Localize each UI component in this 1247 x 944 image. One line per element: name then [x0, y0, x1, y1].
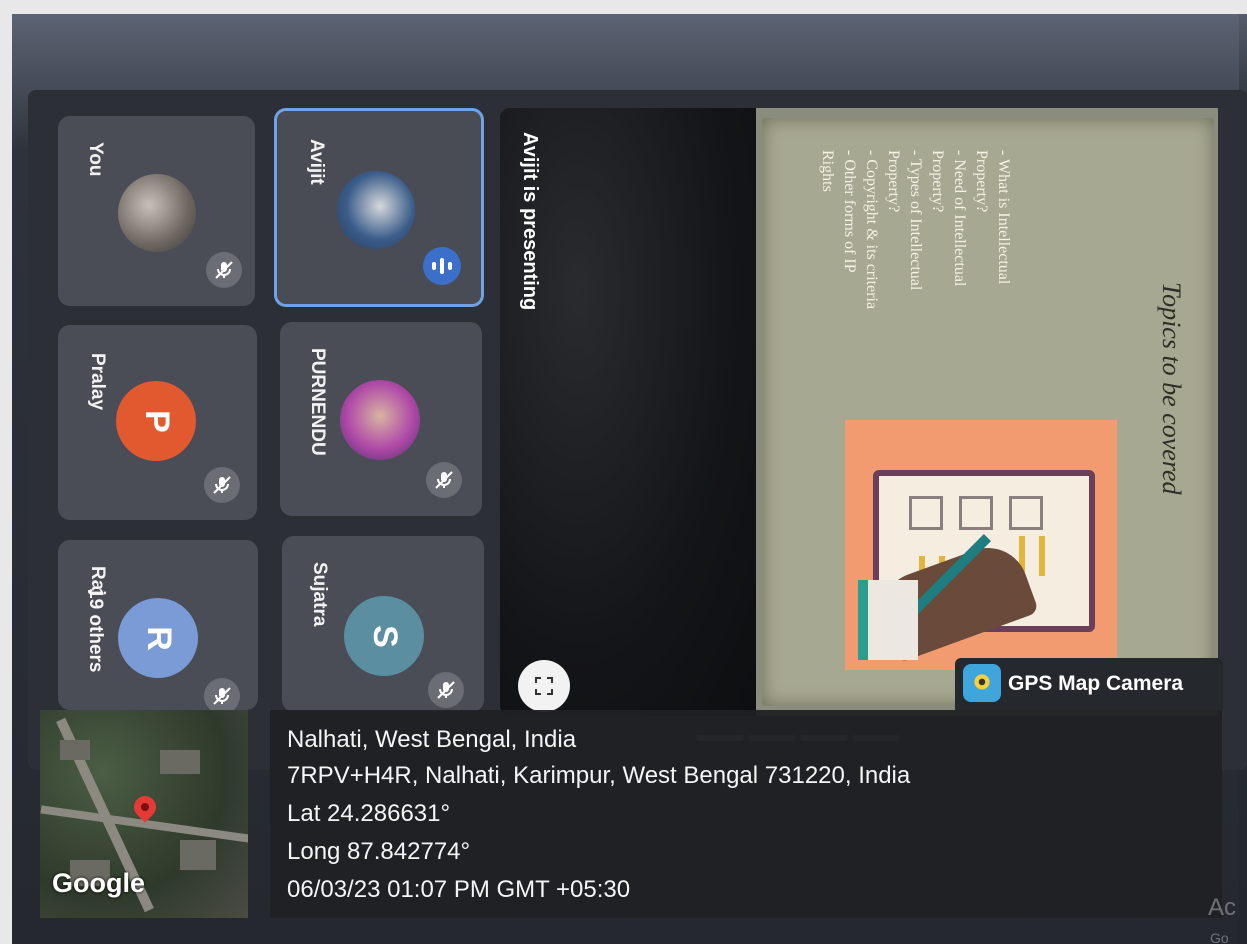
activate-watermark-line2: Go [1210, 930, 1229, 944]
participant-name: PURNENDU [307, 348, 328, 456]
participant-name: Avijit [306, 139, 327, 185]
bullet: - Types of Intellectual [907, 150, 924, 291]
bullet: Property? [929, 150, 946, 213]
monitor-bezel-top [0, 0, 1247, 14]
tile-avijit[interactable]: Avijit [274, 108, 484, 307]
avatar [337, 171, 415, 249]
participant-name: Sujatra [309, 562, 330, 627]
avatar [340, 380, 420, 460]
fullscreen-icon [535, 677, 553, 695]
bullet: Rights [819, 150, 836, 192]
slide-title: Topics to be covered [1157, 282, 1186, 495]
tile-sujatra[interactable]: Sujatra S [282, 536, 484, 712]
avatar [118, 174, 196, 252]
bullet: Property? [973, 150, 990, 213]
bullet: - What is Intellectual [995, 150, 1012, 285]
gps-camera-icon [963, 664, 1001, 702]
bullet: - Need of Intellectual [951, 150, 968, 287]
bullet: - Other forms of IP [841, 150, 858, 273]
activate-watermark: Ac [1208, 894, 1237, 921]
avatar: P [116, 381, 196, 461]
tile-purnendu[interactable]: PURNENDU [280, 322, 482, 516]
participant-name: You [85, 142, 106, 177]
speaking-indicator-icon [423, 247, 461, 285]
avatar: S [344, 596, 424, 676]
presenting-label: Avijit is presenting [519, 132, 541, 311]
gps-location: Nalhati, West Bengal, India [287, 726, 577, 753]
tile-pralay[interactable]: Pralay P [58, 325, 257, 520]
bullet: Property? [885, 150, 902, 213]
fullscreen-button[interactable] [518, 660, 570, 712]
cuff-illustration [858, 580, 918, 660]
mic-off-icon [426, 462, 462, 498]
gps-badge-label: GPS Map Camera [1008, 672, 1184, 695]
map-attribution: Google [52, 868, 145, 898]
others-count[interactable]: 19 others [84, 588, 106, 672]
tile-you[interactable]: You [58, 116, 255, 306]
avatar: R [118, 598, 198, 678]
slide-bullets: - What is Intellectual Property? - Need … [816, 150, 1014, 309]
gps-latitude: Lat 24.286631° [287, 800, 451, 827]
mic-off-icon [204, 467, 240, 503]
photo: You Avijit Pralay P PURNENDU Raj R 19 ot… [0, 0, 1247, 944]
monitor-bezel-left [0, 0, 12, 944]
gps-address: 7RPV+H4R, Nalhati, Karimpur, West Bengal… [287, 762, 911, 789]
gps-longitude: Long 87.842774° [287, 838, 471, 865]
mic-off-icon [428, 672, 464, 708]
mic-off-icon [204, 678, 240, 710]
participant-name: Pralay [87, 353, 108, 411]
gps-timestamp: 06/03/23 01:07 PM GMT +05:30 [287, 876, 631, 903]
bullet: - Copyright & its criteria [863, 150, 880, 310]
mic-off-icon [206, 252, 242, 288]
